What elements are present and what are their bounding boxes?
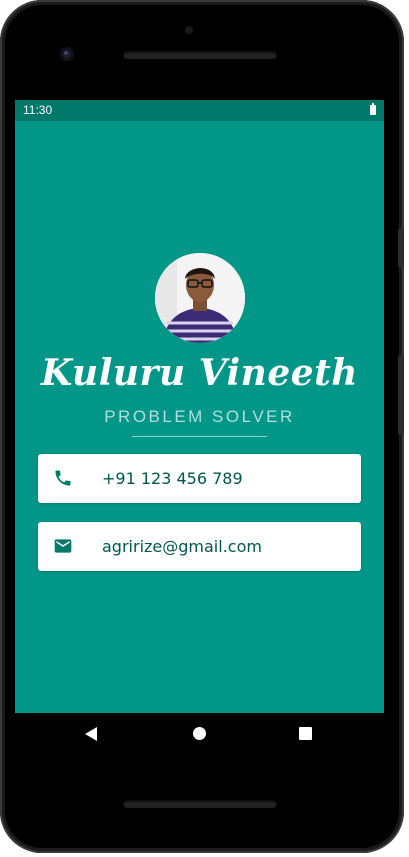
status-bar: 11:30 [15,100,384,121]
phone-frame: 11:30 Kuluru Vineeth PROBLEM SOLVER +91 … [0,0,404,853]
phone-number: +91 123 456 789 [102,469,243,488]
divider [132,436,267,437]
avatar [155,253,245,343]
profile-name: Kuluru Vineeth [41,352,358,394]
email-address: agririze@gmail.com [102,537,262,556]
front-camera-icon [60,47,74,61]
battery-icon [370,103,376,115]
email-card[interactable]: agririze@gmail.com [38,522,361,571]
navigation-bar [15,713,384,755]
status-time: 11:30 [23,103,53,117]
phone-card[interactable]: +91 123 456 789 [38,454,361,503]
bottom-speaker [123,800,277,808]
home-icon[interactable] [193,727,206,740]
proximity-sensor [185,26,193,34]
phone-icon [55,470,71,486]
email-icon [54,539,72,553]
volume-button [398,228,404,268]
app-screen: 11:30 Kuluru Vineeth PROBLEM SOLVER +91 … [15,100,384,713]
recents-icon[interactable] [299,727,312,740]
profile-photo-icon [155,253,245,343]
profile-title: PROBLEM SOLVER [104,407,295,426]
back-icon[interactable] [85,727,97,741]
earpiece-speaker [123,51,277,59]
power-button [398,355,404,435]
